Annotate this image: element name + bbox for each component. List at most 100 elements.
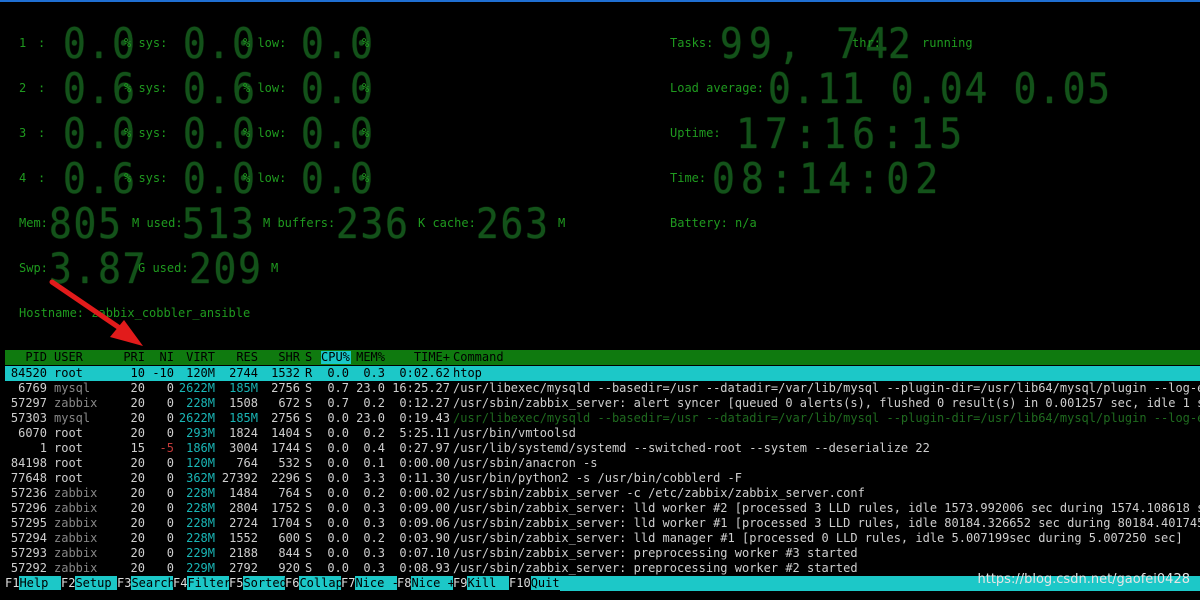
cell-shr: 1744 xyxy=(271,441,300,455)
hostname-label: Hostname: zabbix_cobbler_ansible xyxy=(19,306,251,320)
col-mem[interactable]: MEM% xyxy=(355,351,385,364)
col-cpu-sorted[interactable]: CPU% xyxy=(321,351,351,364)
table-row[interactable]: 1 root 15 -5 186M 3004 1744 S 0.0 0.4 0:27.97/usr/… xyxy=(5,441,1200,456)
cell-s: S xyxy=(305,381,313,395)
col-shr[interactable]: SHR xyxy=(261,351,300,364)
cpu2-sys-label: % sys: xyxy=(124,81,168,95)
col-time[interactable]: TIME+ xyxy=(389,351,450,364)
cell-mem: 23.0 xyxy=(356,411,385,425)
table-row[interactable]: 84198 root 20 0 120M 764 532 S 0.0 0.1 0:00.00/usr… xyxy=(5,456,1200,471)
cell-mem: 0.2 xyxy=(363,531,385,545)
table-row-selected[interactable]: 84520 root 10 -10 120M 2744 1532 R 0.0 0.3 0:02.62… xyxy=(5,366,1200,381)
cell-s: S xyxy=(305,501,313,515)
cell-s: S xyxy=(305,411,313,425)
cell-ni: 0 xyxy=(166,546,174,560)
fn-key-f8[interactable]: F8Nice + xyxy=(397,576,455,591)
table-row[interactable]: 57296 zabbix 20 0 228M 2804 1752 S 0.0 0.3 0:09.00… xyxy=(5,501,1200,516)
cpu1-label: 1 xyxy=(19,36,27,50)
cell-shr: 1404 xyxy=(271,426,300,440)
cell-pri: 20 xyxy=(130,546,145,560)
col-pid[interactable]: PID xyxy=(5,351,47,364)
cell-ni: 0 xyxy=(166,471,174,485)
table-row[interactable]: 57303 mysql 20 0 2622M 185M 2756 S 0.0 23.0 0:19.4… xyxy=(5,411,1200,426)
table-row[interactable]: 6070 root 20 0 293M 1824 1404 S 0.0 0.2 5:25.11/us… xyxy=(5,426,1200,441)
cpu3-sys-label: % sys: xyxy=(124,126,168,140)
fn-key-f2[interactable]: F2Setup xyxy=(61,576,118,591)
cell-time: 0:02.62 xyxy=(399,366,450,380)
cell-virt: 229M xyxy=(186,561,215,575)
cell-time: 0:00.00 xyxy=(399,456,450,470)
col-virt[interactable]: VIRT xyxy=(177,351,215,364)
cell-ni: -5 xyxy=(159,441,174,455)
cell-virt: 228M xyxy=(186,486,215,500)
table-row[interactable]: 6769 mysql 20 0 2622M 185M 2756 S 0.7 23.0 16:25.2… xyxy=(5,381,1200,396)
cell-pri: 20 xyxy=(130,396,145,410)
cell-mem: 0.2 xyxy=(363,486,385,500)
cell-ni: -10 xyxy=(152,366,174,380)
threads-lcd: 2 xyxy=(888,19,913,68)
cpu1-colon: : xyxy=(38,36,46,50)
swp-used-unit: M xyxy=(271,261,279,275)
table-row[interactable]: 77648 root 20 0 362M 27392 2296 S 0.0 3.3 0:11.30/… xyxy=(5,471,1200,486)
fn-key-label: Sorted xyxy=(243,576,287,590)
fn-key-code: F2 xyxy=(61,576,76,590)
table-row[interactable]: 57293 zabbix 20 0 229M 2188 844 S 0.0 0.3 0:07.10/… xyxy=(5,546,1200,561)
table-row[interactable]: 57236 zabbix 20 0 228M 1484 764 S 0.0 0.2 0:00.02/… xyxy=(5,486,1200,501)
cpu2-pct: % xyxy=(362,81,370,95)
cell-mem: 0.4 xyxy=(363,441,385,455)
col-state[interactable]: S xyxy=(305,351,315,364)
fn-key-label: Setup xyxy=(75,576,118,590)
cell-pri: 20 xyxy=(130,471,145,485)
fn-key-label: Kill xyxy=(467,576,510,590)
cell-pid: 57292 xyxy=(10,561,47,575)
cell-pri: 20 xyxy=(130,411,145,425)
mem-cache-label: K cache: xyxy=(418,216,476,230)
fn-key-f1[interactable]: F1Help xyxy=(5,576,62,591)
cell-cmd: /usr/sbin/zabbix_server: lld worker #2 [… xyxy=(453,502,1200,515)
cell-user: zabbix xyxy=(54,531,98,545)
mem-total-lcd: 805 xyxy=(49,199,123,248)
cell-pid: 84520 xyxy=(10,366,47,380)
col-res[interactable]: RES xyxy=(217,351,258,364)
cell-mem: 0.2 xyxy=(363,396,385,410)
cell-s: R xyxy=(305,366,313,380)
cell-shr: 844 xyxy=(278,546,300,560)
cell-shr: 1532 xyxy=(271,366,300,380)
cell-mem: 0.1 xyxy=(363,456,385,470)
cell-user: zabbix xyxy=(54,486,98,500)
threads-label: thr: xyxy=(852,36,881,50)
fn-key-f7[interactable]: F7Nice - xyxy=(341,576,399,591)
cell-pid: 57293 xyxy=(10,546,47,560)
fn-key-f4[interactable]: F4Filter xyxy=(173,576,231,591)
cell-pid: 57297 xyxy=(10,396,47,410)
fn-key-f10[interactable]: F10Quit xyxy=(509,576,561,591)
col-user[interactable]: USER xyxy=(54,351,114,364)
table-row[interactable]: 57297 zabbix 20 0 228M 1508 672 S 0.7 0.2 0:12.27/… xyxy=(5,396,1200,411)
fn-key-f3[interactable]: F3Search xyxy=(117,576,175,591)
fn-key-f6[interactable]: F6Collap xyxy=(285,576,343,591)
table-row[interactable]: 57294 zabbix 20 0 228M 1552 600 S 0.0 0.2 0:03.90/… xyxy=(5,531,1200,546)
cell-user: root xyxy=(54,366,83,380)
cpu4-label: 4 xyxy=(19,171,27,185)
cell-ni: 0 xyxy=(166,516,174,530)
col-command[interactable]: Command xyxy=(453,351,1200,364)
table-row[interactable]: 57295 zabbix 20 0 228M 2724 1704 S 0.0 0.3 0:09.06… xyxy=(5,516,1200,531)
fn-key-f5[interactable]: F5Sorted xyxy=(229,576,287,591)
col-pri[interactable]: PRI xyxy=(109,351,145,364)
cell-cmd: /usr/lib/systemd/systemd --switched-root… xyxy=(453,442,930,455)
cell-cmd: /usr/bin/python2 -s /usr/bin/cobblerd -F xyxy=(453,472,742,485)
fn-key-f9[interactable]: F9Kill xyxy=(453,576,510,591)
cell-time: 16:25.27 xyxy=(392,381,450,395)
cell-user: mysql xyxy=(54,411,91,425)
cpu3-low-label: % low: xyxy=(243,126,287,140)
process-table-header[interactable]: PID USER PRI NI VIRT RES SHR S CPU% MEM%… xyxy=(5,350,1200,365)
swp-label: Swp: xyxy=(19,261,48,275)
fn-key-label: Filter xyxy=(187,576,231,590)
cell-res: 2188 xyxy=(229,546,258,560)
mem-used-label: M used: xyxy=(132,216,183,230)
cell-time: 0:09.06 xyxy=(399,516,450,530)
cell-s: S xyxy=(305,546,313,560)
cell-pid: 57296 xyxy=(10,501,47,515)
cell-shr: 2756 xyxy=(271,381,300,395)
col-ni[interactable]: NI xyxy=(148,351,174,364)
